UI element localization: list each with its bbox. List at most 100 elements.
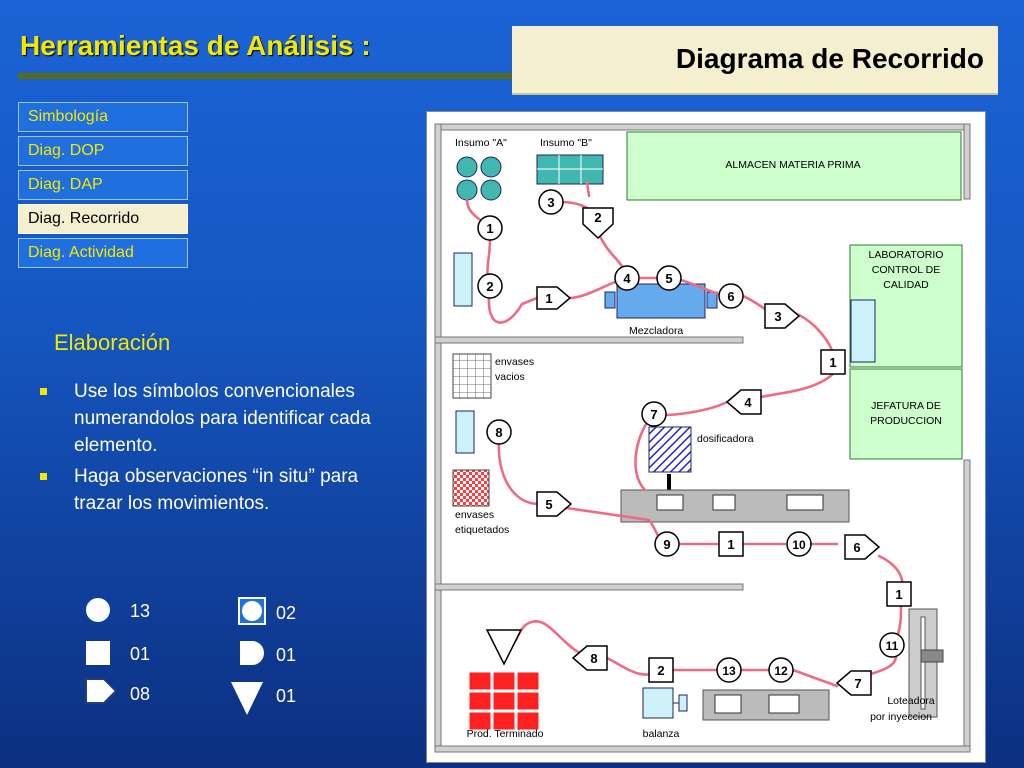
svg-text:2: 2 [486, 279, 493, 294]
slide-subtitle: Diagrama de Recorrido [675, 43, 984, 74]
storage-count: 01 [276, 686, 297, 706]
svg-text:10: 10 [792, 538, 806, 552]
envases-etiquetados-label-1: envases [455, 509, 494, 521]
operation-10-marker: 10 [786, 531, 812, 557]
svg-text:1: 1 [545, 291, 552, 306]
storage-symbol-icon [231, 682, 263, 715]
dosificadora-post [667, 474, 671, 492]
envases-etiquetados-label-2: etiquetados [455, 524, 509, 536]
operation-2-marker: 2 [477, 273, 503, 299]
operation-12-marker: 12 [768, 657, 794, 683]
inspection-2-marker: 2 [648, 657, 674, 683]
nav-item-diag-recorrido[interactable]: Diag. Recorrido [18, 204, 188, 234]
jefatura-label-1: JEFATURA DE [871, 400, 941, 412]
svg-text:6: 6 [727, 289, 734, 304]
insumo-b-icon [536, 154, 604, 185]
transport-8-marker: 8 [571, 645, 608, 671]
almacen-label: ALMACEN MATERIA PRIMA [725, 159, 860, 171]
flow-diagram-canvas: 1 2 4 5 6 7 8 9 10 11 12 13 3 1 2 3 4 5 … [434, 123, 971, 753]
svg-text:5: 5 [545, 497, 552, 512]
storage-rack-icon [850, 299, 876, 363]
dosificadora-label: dosificadora [697, 433, 754, 445]
storage-rack-icon [455, 410, 475, 454]
inspection-count: 01 [130, 644, 151, 664]
operation-1-marker: 1 [477, 215, 503, 241]
svg-text:6: 6 [853, 540, 860, 555]
inspection-1b-marker: 1 [718, 531, 744, 557]
bullet-marker-icon [40, 388, 47, 395]
subtitle-box: Diagrama de Recorrido [512, 26, 998, 95]
loteadora-label-2: por inyeccion [870, 711, 932, 723]
transport-2-marker: 2 [582, 207, 614, 240]
operation-11-marker: 11 [879, 632, 905, 658]
sidebar-nav: Simbología Diag. DOP Diag. DAP Diag. Rec… [18, 102, 188, 272]
insumo-a-icon [480, 179, 502, 201]
nav-item-diag-dop[interactable]: Diag. DOP [18, 136, 188, 166]
transport-symbol-icon [85, 678, 118, 704]
operation-4-marker: 4 [614, 265, 640, 291]
conveyor-icon [620, 489, 850, 523]
svg-text:7: 7 [650, 407, 657, 422]
prod-terminado-label: Prod. Terminado [467, 728, 544, 740]
inspection-1-marker: 1 [820, 349, 846, 375]
flow-diagram: 1 2 4 5 6 7 8 9 10 11 12 13 3 1 2 3 4 5 … [426, 111, 986, 763]
section-heading: Elaboración [54, 330, 171, 355]
bullet-text: Haga observaciones “in situ” para trazar… [74, 466, 359, 514]
jefatura-label-2: PRODUCCION [870, 415, 942, 427]
combined-symbol-square-icon [238, 597, 266, 625]
operation-8-marker: 8 [486, 419, 512, 445]
insumo-a-label: Insumo "A" [455, 137, 507, 149]
combined-count: 02 [276, 603, 297, 623]
envases-vacios-label-2: vacios [495, 371, 525, 383]
operation-symbol-icon [86, 598, 110, 622]
balanza-icon [642, 687, 688, 719]
storage-marker-icon [485, 629, 523, 666]
nav-item-simbologia[interactable]: Simbología [18, 102, 188, 132]
svg-text:11: 11 [886, 639, 899, 653]
operation-3-marker: 3 [538, 189, 564, 215]
insumo-a-icon [480, 156, 502, 178]
delay-symbol-icon [240, 641, 264, 665]
transport-count: 08 [130, 684, 151, 704]
bullet-item: Haga observaciones “in situ” para trazar… [40, 463, 400, 517]
svg-text:5: 5 [665, 271, 672, 286]
transport-5-marker: 5 [536, 491, 573, 517]
svg-text:3: 3 [774, 309, 781, 324]
storage-rack-icon [453, 252, 473, 307]
svg-text:13: 13 [722, 664, 736, 678]
envases-vacios-icon [452, 353, 492, 399]
svg-text:1: 1 [895, 587, 902, 602]
operation-7-marker: 7 [641, 401, 667, 427]
laboratorio-label-1: LABORATORIO [869, 249, 944, 261]
insumo-a-icon [456, 156, 478, 178]
svg-text:3: 3 [547, 195, 554, 210]
mezcladora-label: Mezcladora [629, 325, 683, 337]
envases-vacios-label-1: envases [495, 356, 534, 368]
inspection-symbol-icon [86, 641, 110, 665]
operation-5-marker: 5 [656, 265, 682, 291]
transport-7-marker: 7 [835, 670, 872, 696]
operation-count: 13 [130, 601, 151, 621]
operation-9-marker: 9 [654, 531, 680, 557]
jefatura-area [849, 368, 963, 460]
bullet-list: Use los símbolos convencionales numerand… [40, 378, 400, 521]
laboratorio-label-3: CALIDAD [883, 279, 929, 291]
insumo-b-label: Insumo "B" [540, 137, 592, 149]
operation-13-marker: 13 [716, 657, 742, 683]
prod-terminado-icon [468, 671, 540, 731]
transport-6-marker: 6 [844, 534, 881, 560]
nav-item-diag-dap[interactable]: Diag. DAP [18, 170, 188, 200]
title-underline [18, 73, 546, 79]
svg-text:7: 7 [854, 676, 861, 691]
delay-count: 01 [276, 645, 297, 665]
bullet-marker-icon [40, 473, 47, 480]
inspection-1c-marker: 1 [886, 581, 912, 607]
bullet-item: Use los símbolos convencionales numerand… [40, 378, 400, 459]
dosificadora-icon [648, 426, 692, 473]
laboratorio-label-2: CONTROL DE [872, 264, 940, 276]
transport-1-marker: 1 [536, 286, 572, 310]
svg-text:1: 1 [486, 221, 493, 236]
envases-etiquetados-icon [452, 469, 490, 507]
svg-text:12: 12 [774, 664, 788, 678]
nav-item-diag-actividad[interactable]: Diag. Actividad [18, 238, 188, 268]
